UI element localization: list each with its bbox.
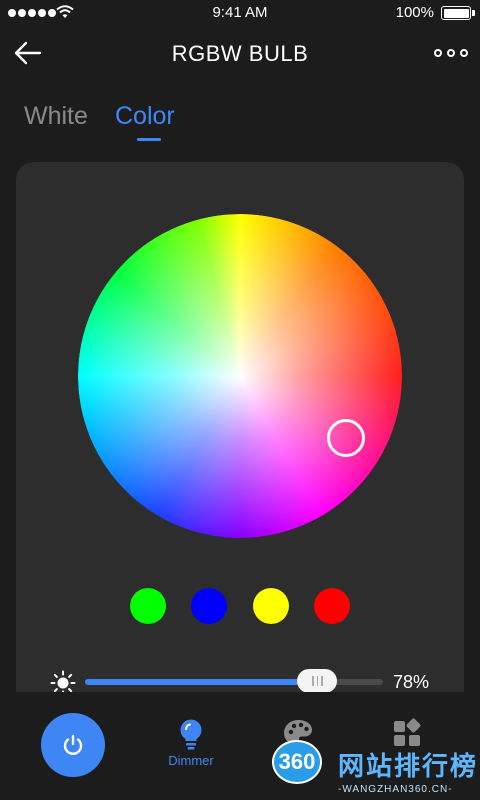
power-icon (63, 734, 83, 755)
tab-white[interactable]: White (24, 102, 88, 131)
brightness-value: 78% (393, 672, 430, 692)
active-tab-indicator (137, 138, 161, 141)
status-bar: 9:41 AM 100% (0, 0, 480, 26)
more-options-icon[interactable] (434, 44, 468, 62)
brightness-slider-thumb[interactable] (297, 669, 338, 693)
battery-icon (441, 6, 471, 20)
watermark-title: 网站排行榜 (338, 751, 479, 781)
swatch-yellow[interactable] (253, 588, 289, 624)
battery-tip (472, 10, 475, 16)
watermark-badge: 360 (272, 740, 322, 784)
battery-percentage: 100% (395, 4, 434, 21)
color-wheel-saturation (78, 214, 402, 538)
nav-dimmer-label: Dimmer (168, 753, 214, 768)
power-button[interactable] (41, 713, 105, 777)
page-title: RGBW BULB (171, 41, 309, 66)
bulb-icon (180, 719, 202, 750)
brightness-slider[interactable] (85, 669, 383, 693)
color-wheel-selector[interactable] (327, 419, 365, 457)
nav-dimmer[interactable]: Dimmer (151, 717, 231, 768)
tab-color[interactable]: Color (115, 102, 175, 131)
swatch-green[interactable] (130, 588, 166, 624)
swatch-red[interactable] (314, 588, 350, 624)
watermark-subtitle: -WANGZHAN360.CN- (338, 784, 453, 795)
brightness-slider-fill (85, 679, 318, 685)
watermark: 360 网站排行榜 -WANGZHAN360.CN- (268, 738, 480, 800)
color-wheel[interactable] (78, 214, 402, 538)
swatch-blue[interactable] (191, 588, 227, 624)
